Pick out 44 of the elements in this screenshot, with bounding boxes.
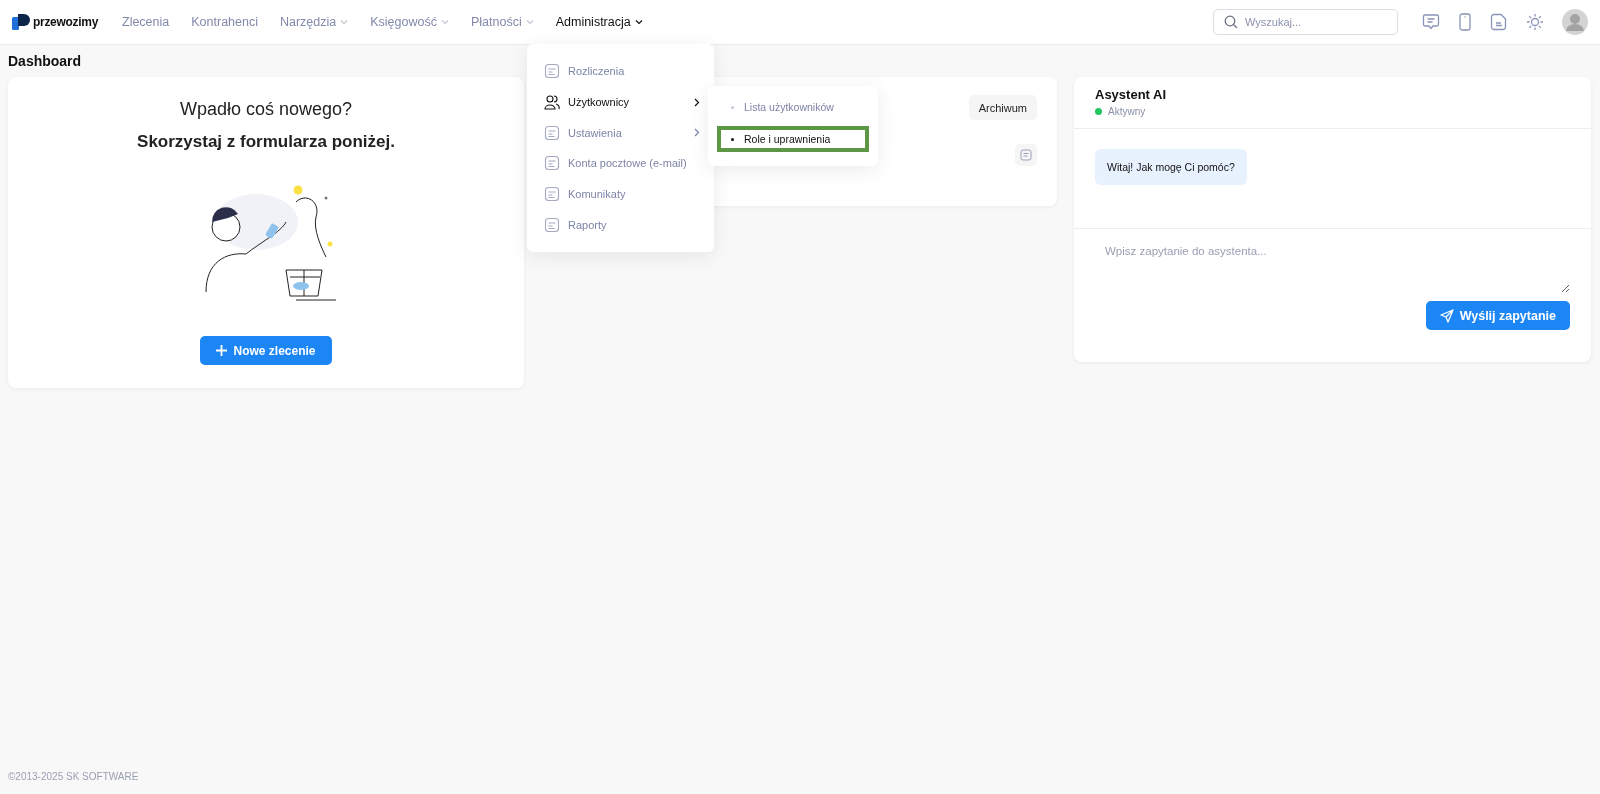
send-button[interactable]: Wyślij zapytanie: [1425, 301, 1570, 330]
nav-link[interactable]: Kontrahenci: [191, 15, 258, 29]
plus-icon: [216, 345, 228, 356]
archive-button[interactable]: Archiwum: [968, 95, 1037, 120]
logo-icon: [12, 14, 30, 30]
document-icon[interactable]: [1490, 13, 1508, 31]
search-field[interactable]: Wyszukaj...: [1213, 9, 1398, 35]
menu-item[interactable]: Raporty: [527, 209, 714, 241]
bullet-icon: [731, 137, 734, 141]
chat-message: Witaj! Jak mogę Ci pomóc?: [1095, 149, 1247, 185]
menu-item-icon: [544, 63, 560, 80]
menu-item-icon: [544, 94, 560, 110]
sun-icon[interactable]: [1526, 13, 1544, 31]
menu-item-icon: [544, 186, 560, 202]
nav-link[interactable]: Narzędzia: [279, 15, 349, 29]
footer-text: ©2013-2025 SK SOFTWARE: [7, 771, 140, 784]
bullet-icon: [731, 105, 734, 109]
assistant-title: Asystent AI: [1095, 87, 1168, 102]
menu-item-icon: [544, 155, 560, 172]
menu-item[interactable]: Użytkownicy: [527, 86, 714, 118]
menu-item-icon: [544, 124, 560, 141]
nav-link[interactable]: Księgowość: [370, 15, 449, 29]
note-icon[interactable]: [1015, 144, 1037, 166]
menu-item-icon: [544, 216, 560, 233]
submenu-item[interactable]: Lista użytkowników: [717, 94, 869, 120]
nav-link[interactable]: Zlecenia: [122, 15, 170, 29]
nav-link[interactable]: Płatności: [470, 15, 534, 29]
menu-item[interactable]: Komunikaty: [527, 178, 714, 210]
welcome-subheading: Skorzystaj z formularza poniżej.: [137, 132, 395, 152]
welcome-heading: Wpadło coś nowego?: [179, 99, 353, 120]
new-order-button[interactable]: Nowe zlecenie: [200, 336, 332, 365]
chat-icon[interactable]: [1422, 13, 1440, 31]
nav-link[interactable]: Administracja: [555, 15, 643, 29]
status-text: Aktywny: [1108, 106, 1146, 117]
page-title: Dashboard: [8, 53, 83, 69]
submenu-item[interactable]: Role i uprawnienia: [717, 126, 869, 152]
menu-item[interactable]: Rozliczenia: [527, 56, 714, 87]
send-icon: [1439, 308, 1454, 323]
search-icon: [1224, 15, 1238, 29]
avatar-icon[interactable]: [1562, 9, 1588, 35]
menu-item[interactable]: Ustawienia: [527, 117, 714, 148]
menu-item[interactable]: Konta pocztowe (e-mail): [527, 148, 714, 179]
brand-name[interactable]: przewozimy: [33, 15, 99, 29]
phone-icon[interactable]: [1458, 13, 1472, 31]
